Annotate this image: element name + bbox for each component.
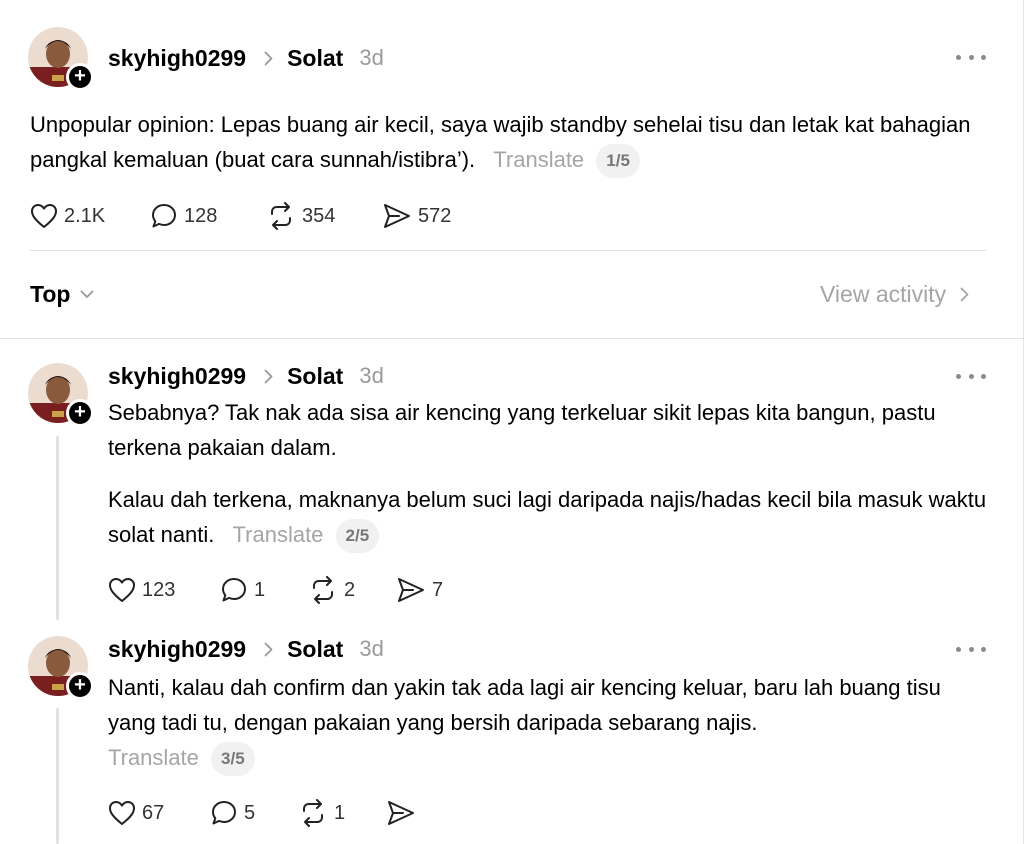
repost-button[interactable]: 1 (298, 799, 386, 827)
send-icon (396, 576, 426, 604)
reply-button[interactable]: 5 (210, 799, 298, 827)
like-count: 2.1K (64, 204, 106, 227)
reply-paragraph: Sebabnya? Tak nak ada sisa air kencing y… (108, 400, 936, 460)
community-name[interactable]: Solat (287, 45, 343, 72)
like-count: 123 (142, 578, 176, 601)
heart-icon (30, 203, 58, 229)
reply-header: skyhigh0299 Solat 3d (108, 632, 384, 666)
reply-count: 5 (244, 801, 256, 824)
repost-button[interactable]: 2 (308, 576, 396, 604)
community-name[interactable]: Solat (287, 636, 343, 663)
reply-actions: 67 5 1 (108, 798, 422, 828)
thread-line (56, 708, 59, 844)
translate-link[interactable]: Translate (108, 745, 199, 770)
share-button[interactable]: 7 (396, 576, 443, 604)
avatar[interactable]: + (28, 363, 94, 427)
sort-dropdown[interactable]: Top (30, 281, 94, 308)
post-time: 3d (359, 363, 384, 388)
chevron-right-icon (960, 287, 969, 302)
like-button[interactable]: 67 (108, 800, 210, 826)
more-icon[interactable] (956, 639, 986, 659)
heart-icon (108, 800, 136, 826)
avatar[interactable]: + (28, 27, 94, 91)
repost-count: 354 (302, 204, 336, 227)
repost-button[interactable]: 354 (266, 202, 382, 230)
repost-icon (298, 799, 328, 827)
thread-line (56, 436, 59, 620)
reply-header: skyhigh0299 Solat 3d (108, 359, 384, 393)
reply-actions: 123 1 2 7 (108, 575, 443, 605)
share-count: 7 (432, 578, 444, 601)
section-divider (0, 338, 1024, 339)
post-time: 3d (359, 636, 384, 661)
translate-link[interactable]: Translate (493, 147, 584, 172)
comment-icon (210, 799, 238, 827)
send-icon (386, 799, 416, 827)
post-time: 3d (359, 45, 384, 70)
repost-icon (266, 202, 296, 230)
chevron-down-icon (80, 290, 94, 299)
repost-count: 1 (334, 801, 346, 824)
post-header: skyhigh0299 Solat 3d (108, 41, 384, 75)
username[interactable]: skyhigh0299 (108, 363, 246, 390)
thread-panel: + skyhigh0299 Solat 3d Unpopular opinion… (0, 0, 1024, 844)
page-indicator: 2/5 (335, 519, 380, 554)
share-button[interactable]: 572 (382, 202, 451, 230)
comment-icon (150, 202, 178, 230)
page-indicator: 3/5 (211, 742, 255, 777)
reply-count: 128 (184, 204, 218, 227)
chevron-right-icon (264, 369, 273, 384)
reply-body: Sebabnya? Tak nak ada sisa air kencing y… (108, 395, 988, 554)
share-button[interactable] (386, 799, 422, 827)
reply-button[interactable]: 1 (220, 576, 308, 604)
username[interactable]: skyhigh0299 (108, 45, 246, 72)
chevron-right-icon (264, 642, 273, 657)
like-count: 67 (142, 801, 165, 824)
plus-icon[interactable]: + (66, 63, 94, 91)
more-icon[interactable] (956, 47, 986, 67)
divider (30, 250, 986, 251)
like-button[interactable]: 123 (108, 577, 220, 603)
reply-count: 1 (254, 578, 266, 601)
view-activity-link[interactable]: View activity (820, 281, 969, 308)
comment-icon (220, 576, 248, 604)
send-icon (382, 202, 412, 230)
page-indicator: 1/5 (596, 144, 640, 179)
username[interactable]: skyhigh0299 (108, 636, 246, 663)
sort-label: Top (30, 281, 71, 307)
translate-link[interactable]: Translate (233, 522, 324, 547)
heart-icon (108, 577, 136, 603)
avatar[interactable]: + (28, 636, 94, 700)
share-count: 572 (418, 204, 452, 227)
chevron-right-icon (264, 51, 273, 66)
reply-paragraph: Nanti, kalau dah confirm dan yakin tak a… (108, 675, 941, 735)
reply-body: Nanti, kalau dah confirm dan yakin tak a… (108, 670, 988, 777)
repost-count: 2 (344, 578, 356, 601)
post-actions: 2.1K 128 354 572 (30, 201, 451, 231)
plus-icon[interactable]: + (66, 399, 94, 427)
repost-icon (308, 576, 338, 604)
plus-icon[interactable]: + (66, 672, 94, 700)
like-button[interactable]: 2.1K (30, 203, 150, 229)
reply-button[interactable]: 128 (150, 202, 266, 230)
view-activity-label: View activity (820, 281, 947, 307)
more-icon[interactable] (956, 366, 986, 386)
community-name[interactable]: Solat (287, 363, 343, 390)
post-body: Unpopular opinion: Lepas buang air kecil… (30, 107, 990, 179)
